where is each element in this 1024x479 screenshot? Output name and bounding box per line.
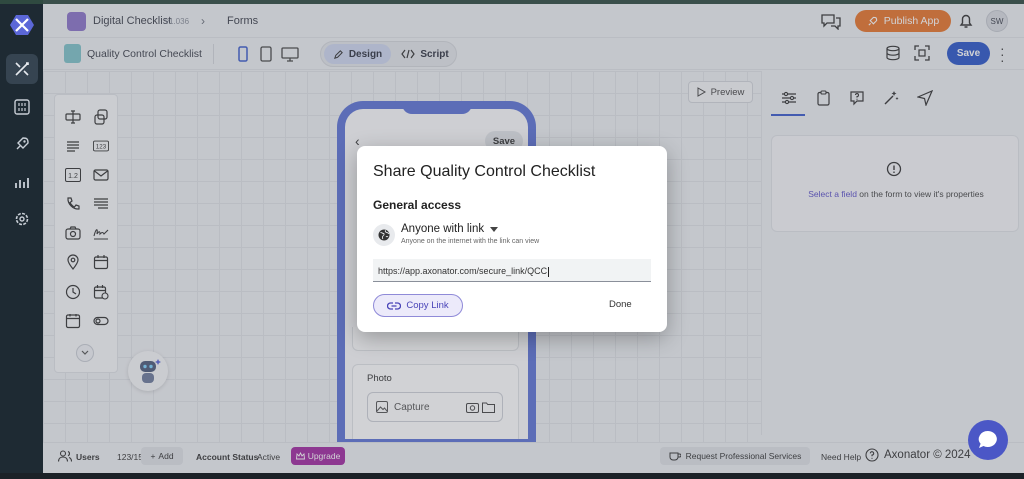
sidebar-item-deploy[interactable] bbox=[6, 129, 38, 159]
sidebar-item-settings[interactable] bbox=[6, 204, 38, 234]
binary-data-icon bbox=[14, 99, 30, 115]
gear-icon bbox=[15, 212, 29, 226]
taskbar-strip bbox=[0, 473, 1024, 479]
sidebar-item-analytics[interactable] bbox=[6, 167, 38, 197]
share-link-field[interactable]: https://app.axonator.com/secure_link/QCC bbox=[373, 259, 651, 282]
left-sidebar bbox=[0, 4, 43, 473]
done-button[interactable]: Done bbox=[609, 299, 632, 310]
share-dialog: Share Quality Control Checklist General … bbox=[357, 146, 667, 332]
sidebar-item-builder[interactable] bbox=[6, 54, 38, 84]
access-mode-value: Anyone with link bbox=[401, 223, 485, 235]
link-icon bbox=[387, 301, 402, 310]
caret-down-icon bbox=[490, 226, 499, 232]
copy-link-button[interactable]: Copy Link bbox=[373, 294, 463, 317]
axonator-logo-icon[interactable] bbox=[10, 15, 34, 35]
general-access-heading: General access bbox=[373, 198, 462, 212]
tools-icon bbox=[15, 62, 29, 76]
chat-bubble-icon bbox=[978, 430, 997, 448]
access-mode-dropdown[interactable]: Anyone with link bbox=[401, 223, 499, 235]
globe-icon bbox=[373, 224, 395, 246]
access-description: Anyone on the internet with the link can… bbox=[401, 238, 540, 245]
text-caret bbox=[548, 266, 550, 277]
share-link-value: https://app.axonator.com/secure_link/QCC bbox=[378, 266, 548, 276]
sidebar-item-data[interactable] bbox=[6, 92, 38, 122]
support-chat-button[interactable] bbox=[968, 420, 1008, 460]
copy-link-label: Copy Link bbox=[406, 300, 449, 311]
bar-chart-icon bbox=[15, 178, 29, 188]
rocket-icon bbox=[16, 137, 29, 150]
dialog-title: Share Quality Control Checklist bbox=[373, 163, 596, 180]
